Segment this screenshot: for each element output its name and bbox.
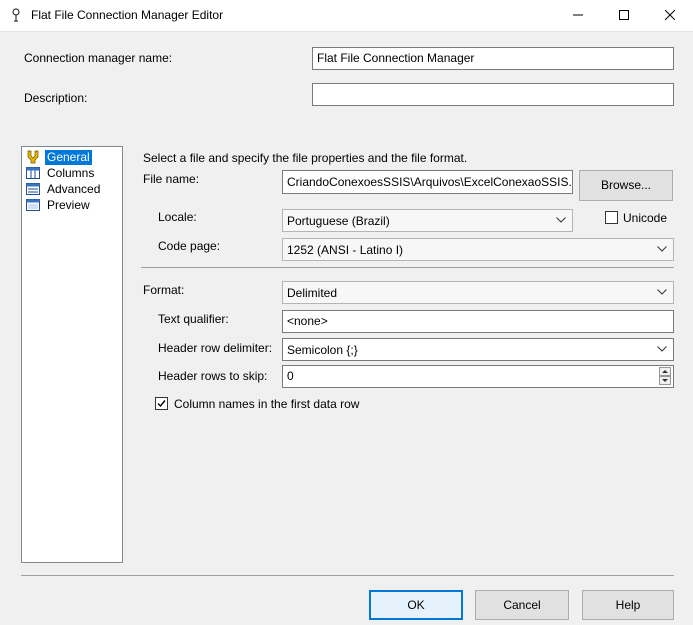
format-label: Format:	[143, 283, 185, 297]
description-label: Description:	[24, 91, 88, 105]
header-rows-to-skip-spinner[interactable]: 0	[282, 365, 674, 388]
spin-up-icon[interactable]	[659, 367, 671, 376]
footer-divider	[21, 575, 674, 576]
preview-icon	[26, 199, 40, 211]
nav-label-preview: Preview	[47, 197, 90, 212]
maximize-icon	[619, 10, 629, 20]
close-icon	[664, 9, 676, 21]
chevron-down-icon	[556, 217, 566, 223]
code-page-dropdown[interactable]: 1252 (ANSI - Latino I)	[282, 238, 674, 261]
intro-text: Select a file and specify the file prope…	[143, 151, 468, 165]
page-navigation-list: General Columns Advanced Preview	[21, 146, 123, 563]
general-icon	[27, 150, 39, 164]
columns-icon	[26, 167, 40, 179]
header-row-delimiter-label: Header row delimiter:	[158, 341, 273, 355]
ok-button[interactable]: OK	[369, 590, 463, 620]
text-qualifier-input[interactable]: <none>	[282, 310, 674, 333]
nav-item-advanced[interactable]: Advanced	[26, 181, 102, 197]
maximize-button[interactable]	[601, 0, 647, 31]
spin-down-icon[interactable]	[659, 376, 671, 385]
locale-dropdown[interactable]: Portuguese (Brazil)	[282, 209, 573, 232]
nav-label-advanced: Advanced	[47, 181, 101, 196]
file-name-input[interactable]: CriandoConexoesSSIS\Arquivos\ExcelConexa…	[282, 170, 573, 194]
nav-item-general[interactable]: General	[26, 149, 92, 165]
spin-buttons[interactable]	[659, 367, 671, 386]
nav-item-preview[interactable]: Preview	[26, 197, 92, 213]
column-names-checkbox[interactable]	[155, 397, 168, 410]
title-bar: Flat File Connection Manager Editor	[0, 0, 693, 32]
nav-label-columns: Columns	[47, 165, 95, 180]
connection-name-label: Connection manager name:	[24, 51, 173, 65]
locale-value: Portuguese (Brazil)	[287, 214, 390, 228]
section-divider	[141, 267, 674, 268]
cancel-button[interactable]: Cancel	[475, 590, 569, 620]
checkmark-icon	[157, 400, 166, 408]
code-page-label: Code page:	[158, 239, 221, 253]
nav-label-general: General	[45, 149, 92, 165]
header-rows-to-skip-value: 0	[287, 369, 294, 383]
unicode-label: Unicode	[623, 211, 668, 225]
file-name-label: File name:	[143, 172, 200, 186]
nav-item-columns[interactable]: Columns	[26, 165, 96, 181]
header-row-delimiter-dropdown[interactable]: Semicolon {;}	[282, 338, 674, 361]
unicode-checkbox[interactable]	[605, 211, 618, 224]
connection-name-input[interactable]: Flat File Connection Manager	[312, 47, 674, 70]
format-dropdown[interactable]: Delimited	[282, 281, 674, 304]
chevron-down-icon	[657, 289, 667, 295]
help-button[interactable]: Help	[582, 590, 674, 620]
column-names-label: Column names in the first data row	[174, 397, 360, 411]
connection-manager-icon	[12, 8, 20, 22]
text-qualifier-label: Text qualifier:	[158, 312, 229, 326]
locale-label: Locale:	[158, 210, 197, 224]
header-row-delimiter-value: Semicolon {;}	[287, 343, 358, 357]
advanced-icon	[26, 183, 40, 195]
chevron-down-icon	[657, 246, 667, 252]
window-title: Flat File Connection Manager Editor	[31, 8, 224, 22]
browse-button[interactable]: Browse...	[579, 170, 673, 201]
description-input[interactable]	[312, 83, 674, 106]
header-rows-to-skip-label: Header rows to skip:	[158, 369, 268, 383]
close-button[interactable]	[647, 0, 693, 31]
minimize-icon	[573, 14, 583, 16]
code-page-value: 1252 (ANSI - Latino I)	[287, 243, 404, 257]
format-value: Delimited	[287, 286, 338, 300]
chevron-down-icon	[657, 346, 667, 352]
minimize-button[interactable]	[555, 0, 601, 31]
